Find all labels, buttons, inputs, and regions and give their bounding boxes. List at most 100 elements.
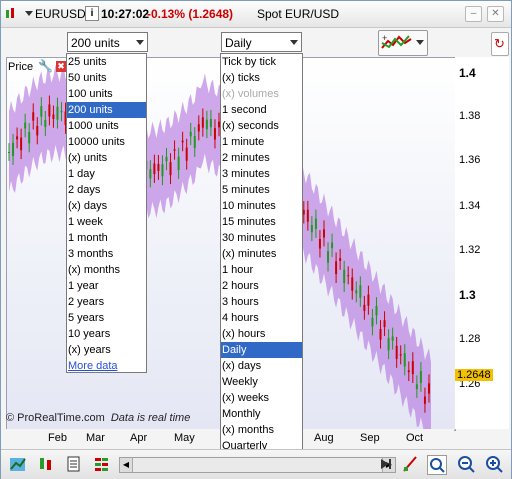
period-list-option[interactable]: Weekly — [221, 374, 302, 390]
period-list-option[interactable]: (x) hours — [221, 326, 302, 342]
units-list-option[interactable]: 1 year — [67, 278, 146, 294]
more-data-link[interactable]: More data — [67, 358, 146, 374]
svg-text:↻: ↻ — [494, 36, 505, 51]
candle-body — [48, 104, 51, 117]
period-list-option[interactable]: (x) seconds — [221, 118, 302, 134]
info-icon[interactable]: i — [85, 6, 99, 21]
candle-body — [318, 238, 321, 249]
units-list-option[interactable]: 1000 units — [67, 118, 146, 134]
units-list-option[interactable]: 50 units — [67, 70, 146, 86]
candle-body — [355, 290, 358, 294]
candle-body — [347, 275, 350, 277]
x-tick-label: Feb — [48, 432, 67, 444]
chart-type-icon[interactable] — [9, 455, 27, 473]
period-list-option[interactable]: 10 minutes — [221, 198, 302, 214]
x-tick-label: May — [174, 432, 195, 444]
period-list-option[interactable]: (x) months — [221, 422, 302, 438]
units-list: 25 units 50 units 100 units 200 units 1000 u… — [66, 53, 147, 373]
units-select[interactable]: 200 units — [67, 32, 148, 52]
period-list-option[interactable]: 3 minutes — [221, 166, 302, 182]
candles-icon[interactable] — [37, 455, 55, 473]
units-list-option[interactable]: 10000 units — [67, 134, 146, 150]
period-list-option[interactable]: 2 hours — [221, 278, 302, 294]
zoom-selection-icon[interactable] — [427, 455, 447, 475]
y-tick-label: 1.36 — [459, 154, 481, 166]
close-button[interactable]: ✕ — [487, 6, 504, 22]
period-list-option[interactable]: (x) volumes — [221, 86, 302, 102]
period-list-option[interactable]: Tick by tick — [221, 54, 302, 70]
period-list-option[interactable]: 1 second — [221, 102, 302, 118]
candle-body — [28, 132, 31, 144]
y-tick-label: 1.4 — [459, 66, 476, 80]
units-list-option[interactable]: 1 day — [67, 166, 146, 182]
period-list-option[interactable]: (x) minutes — [221, 246, 302, 262]
chevron-down-icon — [136, 40, 144, 45]
period-list-option[interactable]: (x) weeks — [221, 390, 302, 406]
candle-body — [44, 119, 47, 127]
candle-body — [177, 156, 180, 170]
candle-body — [314, 218, 317, 229]
period-list-option[interactable]: 1 hour — [221, 262, 302, 278]
units-list-option[interactable]: 10 years — [67, 326, 146, 342]
units-list-option[interactable]: 1 week — [67, 214, 146, 230]
units-list-option[interactable]: 100 units — [67, 86, 146, 102]
candle-body — [399, 354, 402, 356]
units-list-option[interactable]: 2 days — [67, 182, 146, 198]
scroll-left-button[interactable]: ◀ — [120, 458, 133, 472]
candlestick-icon — [6, 8, 14, 18]
units-list-option[interactable]: (x) months — [67, 262, 146, 278]
y-tick-label: 1.34 — [459, 200, 481, 212]
period-list-option[interactable]: Monthly — [221, 406, 302, 422]
candle-body — [427, 383, 430, 394]
period-list-option[interactable]: 1 minute — [221, 134, 302, 150]
period-list-option[interactable]: Daily — [221, 342, 302, 358]
grid-settings-icon[interactable] — [93, 455, 111, 473]
period-list-option[interactable]: 5 minutes — [221, 182, 302, 198]
indicators-button[interactable]: + — [378, 30, 428, 56]
candle-body — [419, 370, 422, 383]
scroll-end-icon[interactable] — [379, 456, 393, 472]
minimize-button[interactable]: – — [465, 6, 482, 22]
candle-body — [169, 162, 172, 176]
realtime-note: Data is real time — [110, 412, 191, 424]
period-list-option[interactable]: 2 minutes — [221, 150, 302, 166]
period-list-option[interactable]: 4 hours — [221, 310, 302, 326]
candle-body — [407, 370, 410, 373]
close-panel-icon[interactable]: ✖ — [56, 61, 66, 72]
period-select[interactable]: Daily — [221, 32, 302, 52]
period-list: Tick by tick (x) ticks (x) volumes 1 second… — [220, 53, 303, 469]
units-list-option[interactable]: (x) years — [67, 342, 146, 358]
units-list-option[interactable]: 1 month — [67, 230, 146, 246]
candle-body — [387, 338, 390, 351]
print-icon[interactable] — [65, 455, 83, 473]
drawing-tool-icon[interactable] — [401, 455, 419, 473]
period-list-option[interactable]: (x) days — [221, 358, 302, 374]
horizontal-scrollbar[interactable]: ◀ ▶ — [119, 457, 396, 473]
units-list-option[interactable]: (x) days — [67, 198, 146, 214]
wrench-icon[interactable]: 🔧 — [38, 59, 53, 73]
period-list-option[interactable]: 15 minutes — [221, 214, 302, 230]
y-tick-label: 1.3 — [459, 288, 476, 302]
zoom-out-icon[interactable] — [457, 455, 475, 473]
zoom-in-icon[interactable] — [485, 455, 503, 473]
y-axis: 1.4 1.38 1.36 1.34 1.32 1.3 1.28 1.26 1.2648 — [455, 57, 509, 429]
candle-body — [367, 294, 370, 306]
units-list-option[interactable]: 3 months — [67, 246, 146, 262]
y-tick-label: 1.32 — [459, 244, 481, 256]
toggle-panel-icon[interactable]: ↻ — [491, 32, 509, 56]
candle-body — [343, 269, 346, 284]
candle-body — [193, 136, 196, 148]
period-list-option[interactable]: 30 minutes — [221, 230, 302, 246]
units-list-option[interactable]: 200 units — [67, 102, 146, 118]
units-list-option[interactable]: 25 units — [67, 54, 146, 70]
candle-body — [391, 336, 394, 341]
period-list-option[interactable]: 3 hours — [221, 294, 302, 310]
units-list-option[interactable]: (x) units — [67, 150, 146, 166]
candle-body — [363, 304, 366, 311]
candle-body — [153, 163, 156, 175]
units-list-option[interactable]: 2 years — [67, 294, 146, 310]
symbol-dropdown-icon[interactable] — [25, 11, 33, 17]
units-list-option[interactable]: 5 years — [67, 310, 146, 326]
period-list-option[interactable]: (x) ticks — [221, 70, 302, 86]
symbol-label[interactable]: EURUSD — [35, 7, 86, 21]
